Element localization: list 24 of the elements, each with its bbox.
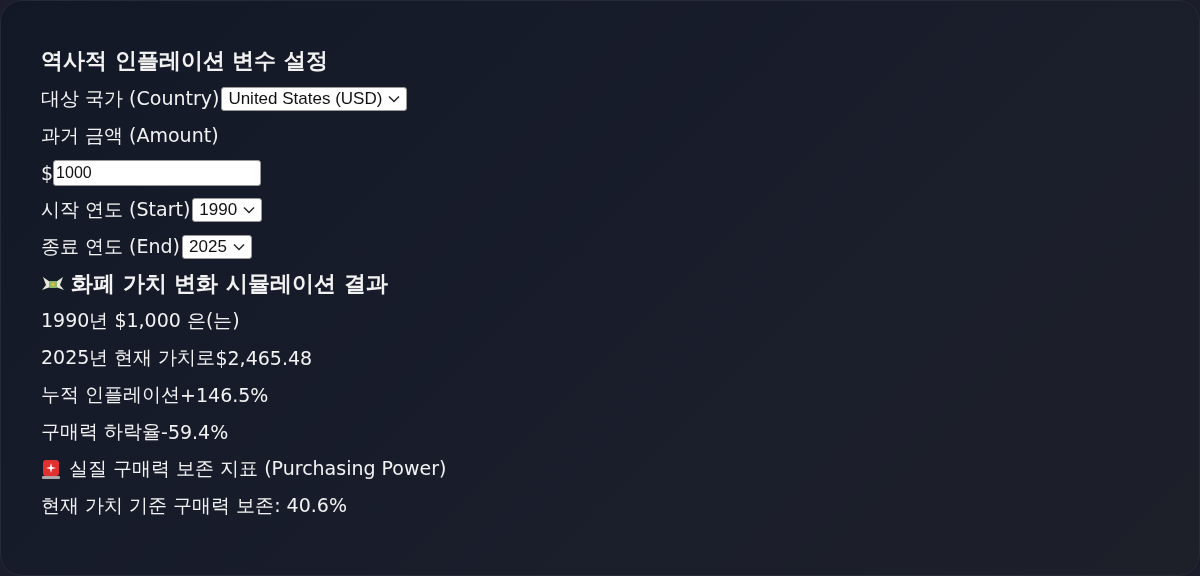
amount-field[interactable]: 1000 (53, 160, 262, 186)
caret-icon (388, 95, 401, 103)
caret-icon (243, 206, 256, 214)
currency-symbol: $ (41, 162, 54, 184)
result-label: 구매력 하락율 (41, 419, 162, 444)
field-label: 시작 연도 (Start) (41, 197, 191, 222)
result-label: 2025년 현재 가치로 (41, 345, 216, 370)
caret-icon (232, 243, 245, 251)
dropdown[interactable]: 1990 (192, 198, 263, 222)
result-label: 1990년 $1,000 은(는) (41, 308, 240, 333)
result-value: -59.4% (161, 421, 229, 443)
section-title: 화폐 가치 변화 시뮬레이션 결과 (71, 270, 388, 298)
result-label: 누적 인플레이션 (41, 382, 181, 407)
section-title: 역사적 인플레이션 변수 설정 (41, 47, 329, 75)
dropdown[interactable]: United States (USD) (221, 87, 408, 111)
subsection-title: 실질 구매력 보존 지표 (Purchasing Power) (69, 456, 447, 481)
field-label: 대상 국가 (Country) (41, 86, 220, 111)
result-value: +146.5% (180, 384, 269, 406)
result-text: 현재 가치 기준 구매력 보존: 40.6% (41, 493, 347, 518)
field-label: 종료 연도 (End) (41, 234, 180, 259)
result-value: $2,465.48 (215, 347, 313, 369)
field-label: 과거 금액 (Amount) (41, 123, 219, 148)
dropdown[interactable]: 2025 (182, 235, 252, 259)
siren-icon (41, 458, 61, 480)
